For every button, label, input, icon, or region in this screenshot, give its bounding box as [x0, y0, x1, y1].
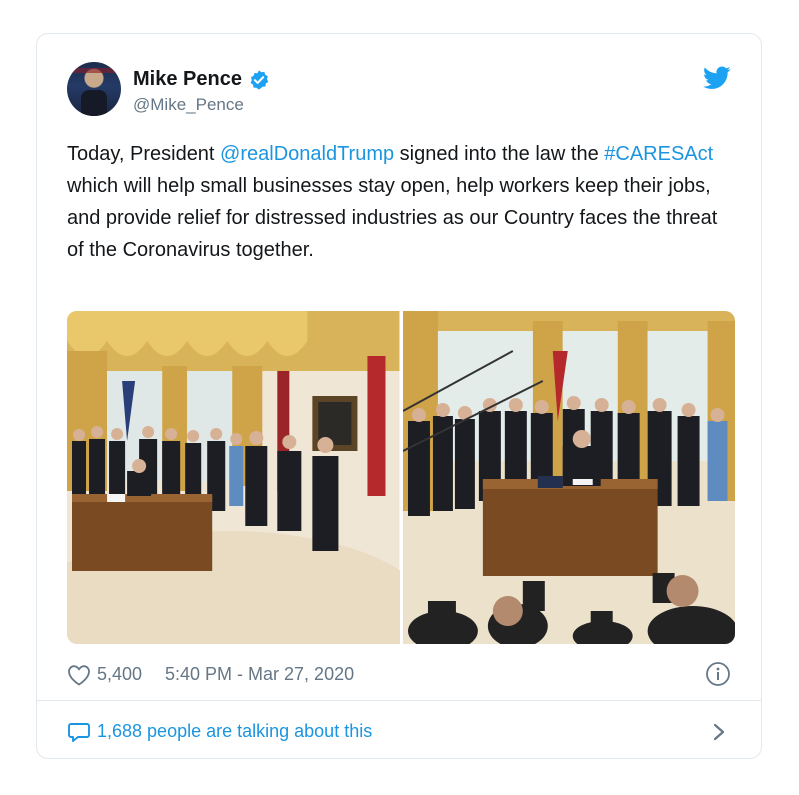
chevron-right-icon[interactable]: [711, 721, 727, 743]
divider: [37, 700, 761, 701]
tweet-text-part: which will help small businesses stay op…: [67, 175, 718, 261]
heart-icon[interactable]: [67, 664, 91, 686]
verified-badge-icon: [250, 69, 269, 90]
hashtag-link[interactable]: #CARESAct: [604, 143, 713, 165]
tweet-media: [67, 311, 735, 644]
tweet-text-part: signed into the law the: [394, 143, 605, 165]
author-handle[interactable]: @Mike_Pence: [133, 95, 244, 115]
author-name-row: Mike Pence: [133, 68, 270, 91]
bill-signing-desk-photo[interactable]: [402, 311, 735, 644]
tweet-card: Mike Pence @Mike_Pence Today, President …: [36, 33, 762, 759]
mention-link[interactable]: @realDonaldTrump: [220, 143, 394, 165]
info-icon[interactable]: [705, 661, 731, 687]
twitter-bird-icon[interactable]: [703, 66, 731, 90]
tweet-header: Mike Pence @Mike_Pence: [67, 62, 731, 118]
author-name[interactable]: Mike Pence: [133, 68, 242, 91]
tweet-footer[interactable]: 1,688 people are talking about this: [67, 718, 731, 748]
tweet-text: Today, President @realDonaldTrump signed…: [67, 138, 727, 266]
avatar-background: [67, 68, 121, 73]
tweet-meta: 5,400 5:40 PM - Mar 27, 2020: [67, 661, 731, 691]
people-talking-link[interactable]: 1,688 people are talking about this: [97, 721, 372, 742]
speech-bubble-icon: [68, 723, 90, 742]
tweet-timestamp[interactable]: 5:40 PM - Mar 27, 2020: [165, 664, 354, 685]
avatar[interactable]: [67, 62, 121, 116]
avatar-figure: [81, 90, 107, 116]
oval-office-group-photo[interactable]: [67, 311, 400, 644]
like-count[interactable]: 5,400: [97, 664, 142, 685]
tweet-text-part: Today, President: [67, 143, 221, 165]
